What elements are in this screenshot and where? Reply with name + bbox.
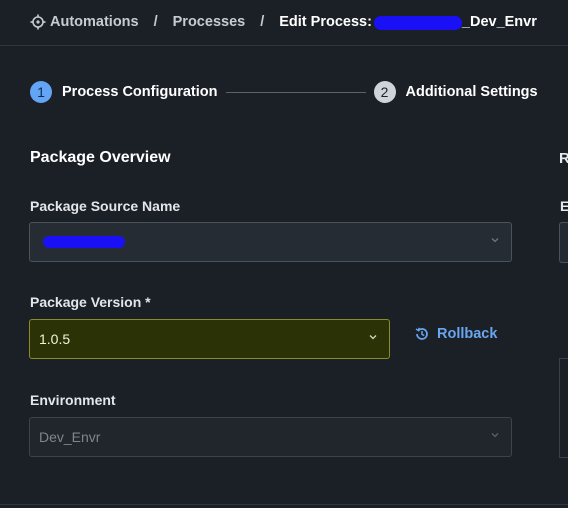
header-divider — [0, 45, 568, 46]
section-title: Package Overview — [30, 149, 171, 166]
chevron-down-icon — [491, 433, 499, 438]
history-icon — [415, 327, 428, 340]
right-panel-field-label: E — [560, 198, 568, 214]
breadcrumb-processes[interactable]: Processes — [173, 14, 246, 30]
right-panel-heading: R — [559, 150, 568, 167]
step-2-indicator[interactable]: 2 — [373, 81, 396, 103]
environment-label: Environment — [30, 392, 116, 408]
automation-gear-icon — [30, 14, 46, 30]
step-2-label[interactable]: Additional Settings — [406, 84, 538, 100]
breadcrumb: Automations / Processes / Edit Process: … — [30, 14, 537, 30]
step-1-label[interactable]: Process Configuration — [62, 84, 218, 100]
stepper-connector — [225, 91, 366, 93]
package-version-value: 1.0.5 — [39, 331, 71, 347]
chevron-down-icon — [491, 238, 499, 243]
stepper: 1 Process Configuration 2 Additional Set… — [30, 81, 538, 103]
package-source-label: Package Source Name — [30, 198, 181, 214]
right-panel-box — [559, 358, 568, 458]
step-1-indicator[interactable]: 1 — [30, 81, 52, 103]
chevron-down-icon — [369, 335, 377, 340]
environment-value: Dev_Envr — [39, 429, 101, 445]
environment-select[interactable]: Dev_Envr — [29, 417, 512, 457]
breadcrumb-automations[interactable]: Automations — [50, 14, 139, 30]
rollback-button[interactable]: Rollback — [414, 326, 497, 342]
redacted-process-name — [373, 16, 462, 30]
package-source-select[interactable] — [29, 222, 512, 262]
package-version-select[interactable]: 1.0.5 — [29, 319, 390, 359]
redacted-source-name — [43, 236, 125, 248]
breadcrumb-separator: / — [260, 14, 265, 30]
breadcrumb-current-prefix: Edit Process: — [279, 14, 372, 30]
rollback-label: Rollback — [437, 326, 498, 342]
breadcrumb-separator: / — [153, 14, 158, 30]
package-version-label: Package Version * — [30, 294, 151, 310]
footer-divider — [0, 504, 568, 505]
right-panel-input[interactable] — [559, 222, 568, 263]
breadcrumb-current-suffix: _Dev_Envr — [461, 14, 537, 30]
